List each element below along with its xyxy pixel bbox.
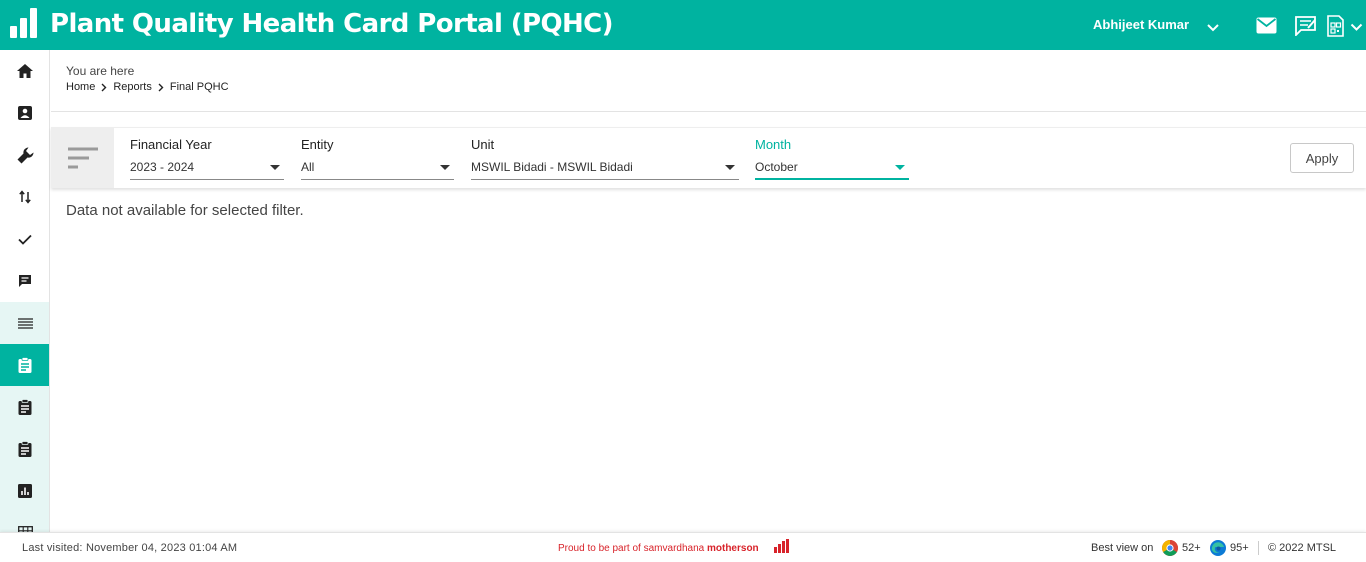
financial-year-filter: Financial Year 2023 - 2024: [130, 128, 284, 188]
sidebar-item-table[interactable]: [0, 512, 49, 532]
home-icon: [17, 64, 33, 78]
caret-down-icon: [895, 165, 905, 170]
chevron-down-icon[interactable]: [1350, 19, 1363, 37]
caret-down-icon: [440, 165, 450, 170]
entity-filter: Entity All: [301, 128, 454, 188]
sidebar-item-analytics[interactable]: [0, 470, 49, 512]
user-name[interactable]: Abhijeet Kumar: [1093, 17, 1189, 32]
caret-down-icon: [725, 165, 735, 170]
caret-down-icon: [270, 165, 280, 170]
breadcrumb-reports[interactable]: Reports: [113, 81, 152, 93]
footer: Last visited: November 04, 2023 01:04 AM…: [0, 532, 1366, 562]
sidebar-item-contacts[interactable]: [0, 92, 49, 134]
breadcrumb: Home Reports Final PQHC: [66, 81, 229, 93]
financial-year-label: Financial Year: [130, 137, 212, 152]
proud-text: Proud to be part of samvardhana motherso…: [558, 543, 759, 554]
motherson-brand: motherson: [706, 543, 759, 554]
chrome-icon: [1162, 540, 1178, 556]
top-header: Plant Quality Health Card Portal (PQHC) …: [0, 0, 1366, 50]
breadcrumb-current: Final PQHC: [169, 81, 229, 93]
motherson-logo-icon: [774, 539, 789, 553]
sidebar-item-report-3[interactable]: [0, 428, 49, 470]
financial-year-value: 2023 - 2024: [130, 160, 195, 174]
contact-card-icon: [18, 106, 32, 120]
sidebar-item-tools[interactable]: [0, 134, 49, 176]
mail-icon[interactable]: [1256, 17, 1277, 39]
app-logo-icon[interactable]: [10, 8, 38, 38]
wrench-icon: [17, 146, 34, 163]
sidebar-item-messages[interactable]: [0, 260, 49, 302]
sidebar-item-report-2[interactable]: [0, 386, 49, 428]
month-value: October: [755, 160, 798, 174]
financial-year-select[interactable]: 2023 - 2024: [130, 156, 284, 180]
month-label: Month: [755, 137, 792, 152]
edge-version: 95+: [1230, 542, 1249, 554]
check-icon: [18, 234, 32, 245]
clipboard-icon: [18, 441, 32, 457]
chevron-down-icon[interactable]: [1206, 20, 1220, 38]
entity-label: Entity: [301, 137, 334, 152]
sidebar-item-final-pqhc[interactable]: [0, 344, 49, 386]
sidebar-item-approvals[interactable]: [0, 218, 49, 260]
filter-lines-icon: [67, 147, 98, 169]
list-icon: [17, 317, 33, 329]
clipboard-icon: [18, 357, 32, 373]
apply-button[interactable]: Apply: [1290, 143, 1354, 173]
chrome-version: 52+: [1182, 542, 1201, 554]
app-title: Plant Quality Health Card Portal (PQHC): [50, 9, 614, 39]
edge-icon: [1210, 540, 1226, 556]
best-view-text: Best view on: [1091, 542, 1154, 554]
unit-value: MSWIL Bidadi - MSWIL Bidadi: [471, 160, 633, 174]
footer-divider: [1258, 541, 1259, 555]
no-data-message: Data not available for selected filter.: [66, 202, 304, 219]
feedback-icon[interactable]: [1295, 16, 1317, 41]
last-visited-text: Last visited: November 04, 2023 01:04 AM: [22, 542, 238, 554]
chevron-right-icon: [101, 83, 107, 92]
unit-label: Unit: [471, 137, 495, 152]
month-filter: Month October: [755, 128, 909, 188]
qr-report-icon[interactable]: [1327, 15, 1344, 42]
entity-value: All: [301, 160, 315, 174]
clipboard-icon: [18, 399, 32, 415]
month-select[interactable]: October: [755, 156, 909, 180]
breadcrumb-area: You are here Home Reports Final PQHC: [51, 50, 1366, 112]
proud-tagline: Proud to be part of samvardhana: [558, 543, 705, 554]
filter-bar: Financial Year 2023 - 2024 Entity All Un…: [51, 127, 1366, 188]
unit-select[interactable]: MSWIL Bidadi - MSWIL Bidadi: [471, 156, 739, 180]
filter-toggle-button[interactable]: [51, 128, 114, 188]
message-icon: [19, 275, 31, 287]
copyright-text: © 2022 MTSL: [1268, 542, 1337, 554]
bar-chart-icon: [18, 484, 32, 498]
sidebar-item-transfer[interactable]: [0, 176, 49, 218]
breadcrumb-heading: You are here: [66, 64, 135, 78]
sidebar-item-reports[interactable]: [0, 302, 49, 344]
chevron-right-icon: [158, 83, 164, 92]
sidebar: [0, 50, 50, 532]
sidebar-item-home[interactable]: [0, 50, 49, 92]
unit-filter: Unit MSWIL Bidadi - MSWIL Bidadi: [471, 128, 739, 188]
breadcrumb-home[interactable]: Home: [66, 81, 95, 93]
entity-select[interactable]: All: [301, 156, 454, 180]
swap-vertical-icon: [19, 190, 31, 204]
